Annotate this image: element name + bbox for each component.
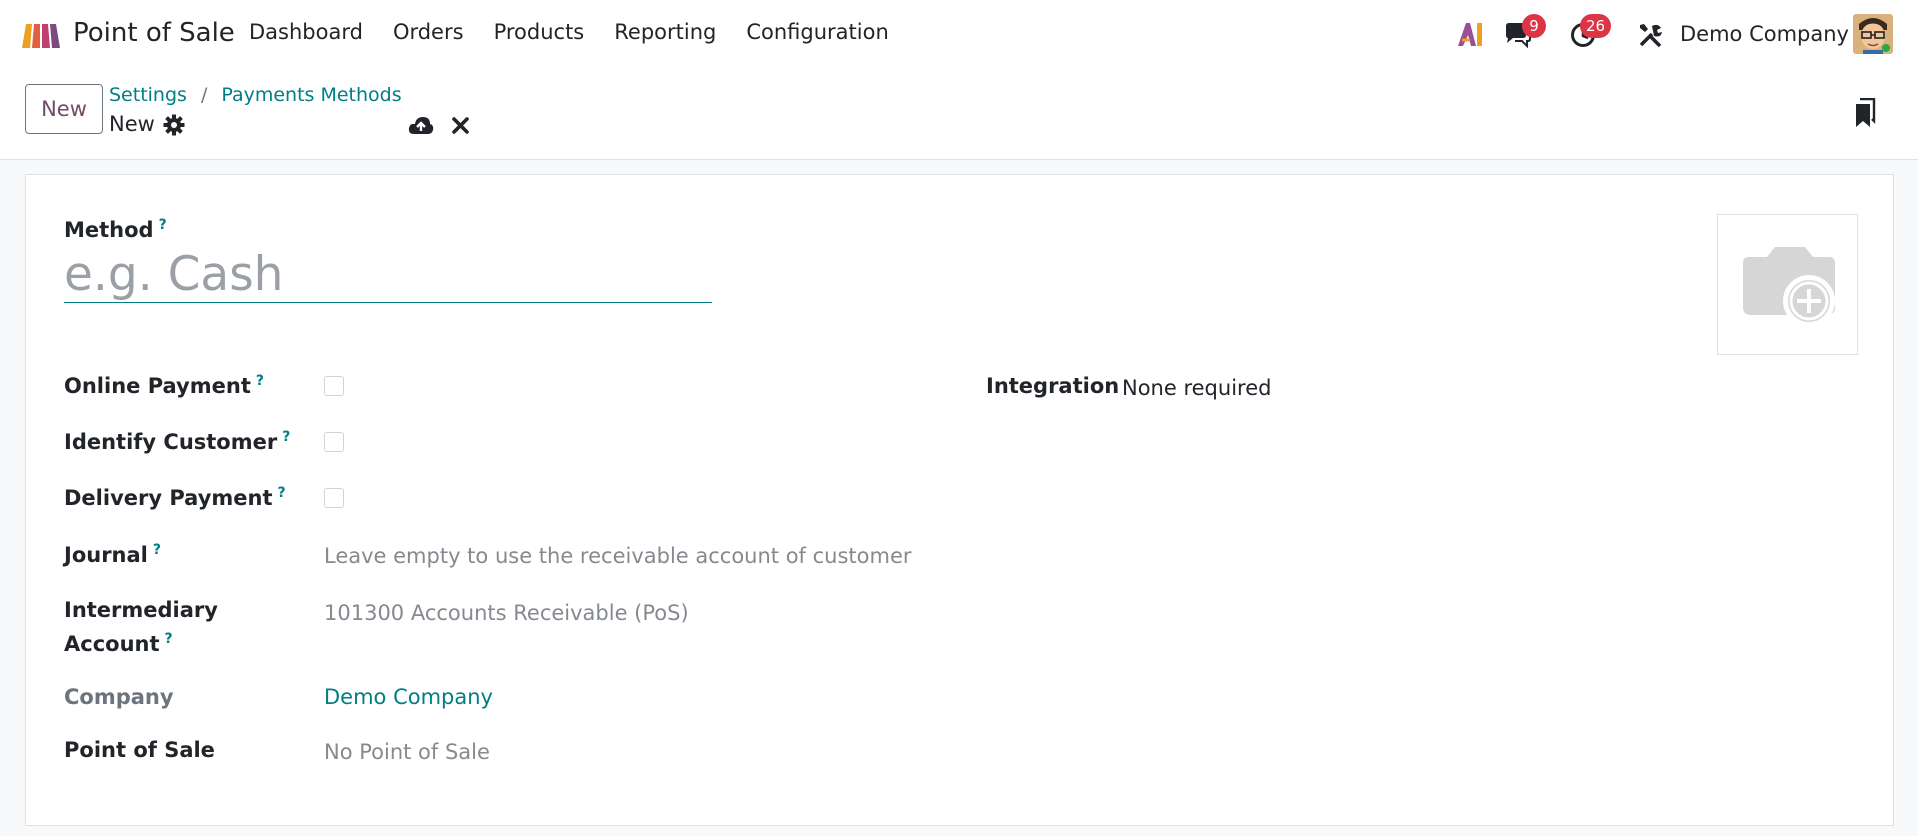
point-of-sale-label: Point of Sale (64, 738, 215, 762)
point-of-sale-field[interactable]: No Point of Sale (324, 740, 490, 764)
breadcrumb-payment-methods[interactable]: Payments Methods (221, 84, 401, 106)
camera-add-icon (1742, 246, 1835, 327)
company-field[interactable]: Demo Company (324, 685, 493, 709)
journal-label: Journal? (64, 542, 161, 567)
delivery-payment-checkbox[interactable] (324, 488, 344, 508)
image-upload[interactable] (1717, 214, 1858, 355)
menu-reporting[interactable]: Reporting (614, 20, 716, 44)
identify-customer-help[interactable]: ? (282, 429, 290, 445)
top-navbar: Point of Sale Dashboard Orders Products … (0, 0, 1918, 70)
new-button[interactable]: New (25, 84, 103, 134)
intermediary-account-label-2: Account? (64, 631, 173, 656)
integration-label: Integration (986, 374, 1120, 398)
chat-badge: 9 (1522, 14, 1546, 38)
method-name-input[interactable] (64, 247, 712, 303)
intermediary-account-field[interactable]: 101300 Accounts Receivable (PoS) (324, 601, 689, 625)
method-label: Method? (64, 217, 167, 242)
online-payment-help[interactable]: ? (256, 373, 264, 389)
form-sheet: Method? Online Payment? Identify Custome… (25, 174, 1894, 826)
bookmark-icon[interactable] (1853, 98, 1877, 128)
record-title: New (109, 112, 155, 136)
journal-field[interactable]: Leave empty to use the receivable accoun… (324, 544, 912, 568)
menu-configuration[interactable]: Configuration (746, 20, 888, 44)
intermediary-account-label-1: Intermediary (64, 598, 218, 622)
menu-orders[interactable]: Orders (393, 20, 464, 44)
cloud-upload-icon[interactable] (408, 114, 434, 136)
delivery-payment-help[interactable]: ? (278, 485, 286, 501)
breadcrumb-separator: / (200, 84, 208, 106)
gear-icon[interactable] (163, 114, 185, 136)
company-label: Company (64, 685, 174, 709)
pos-app-icon[interactable] (20, 20, 62, 50)
intermediary-account-help[interactable]: ? (165, 631, 173, 647)
online-payment-checkbox[interactable] (324, 376, 344, 396)
company-switcher[interactable]: Demo Company (1680, 22, 1849, 46)
app-name[interactable]: Point of Sale (73, 18, 235, 48)
close-icon[interactable] (451, 116, 470, 135)
activity-badge: 26 (1580, 14, 1612, 38)
menu-dashboard[interactable]: Dashboard (249, 20, 363, 44)
breadcrumb-settings[interactable]: Settings (109, 84, 187, 106)
breadcrumb: Settings / Payments Methods (109, 84, 402, 106)
identify-customer-label: Identify Customer? (64, 429, 291, 454)
tools-icon[interactable] (1638, 22, 1664, 48)
control-panel: New Settings / Payments Methods New (0, 70, 1918, 160)
ai-icon[interactable] (1456, 20, 1484, 48)
menu-products[interactable]: Products (494, 20, 585, 44)
integration-value: None required (1122, 376, 1272, 400)
journal-help[interactable]: ? (153, 542, 161, 558)
online-payment-label: Online Payment? (64, 373, 264, 398)
user-avatar[interactable] (1853, 14, 1893, 54)
delivery-payment-label: Delivery Payment? (64, 485, 286, 510)
main-menu: Dashboard Orders Products Reporting Conf… (249, 20, 919, 44)
method-help[interactable]: ? (159, 217, 167, 233)
identify-customer-checkbox[interactable] (324, 432, 344, 452)
